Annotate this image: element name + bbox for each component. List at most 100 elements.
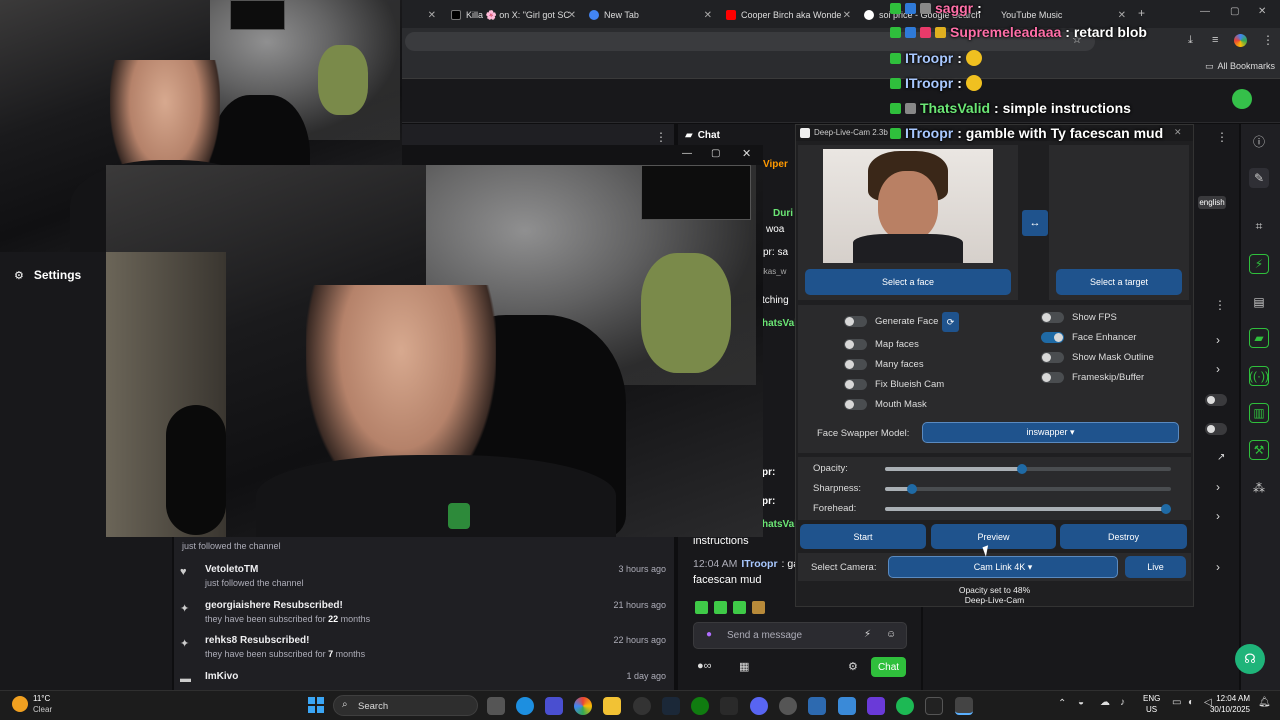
face-swapper-model-dropdown[interactable]: inswapper ▾ [922, 422, 1179, 443]
close-icon[interactable]: ✕ [1118, 10, 1126, 21]
user-avatar[interactable] [1232, 89, 1252, 109]
chat-icon[interactable]: ▰ [1249, 328, 1269, 348]
toggle-switch[interactable] [1205, 423, 1227, 435]
discord-icon[interactable] [750, 697, 768, 715]
mic-icon[interactable]: ● [706, 629, 712, 640]
select-target-button[interactable]: Select a target [1056, 269, 1182, 295]
minimize-icon[interactable]: — [682, 148, 692, 159]
swap-icon[interactable]: ↔ [1022, 210, 1048, 236]
select-face-button[interactable]: Select a face [805, 269, 1011, 295]
slider-knob[interactable] [907, 484, 917, 494]
close-icon[interactable]: ✕ [428, 10, 436, 21]
profile-avatar[interactable] [1234, 34, 1247, 47]
points-icon[interactable]: ●∞ [697, 660, 712, 672]
chat-settings-gear-icon[interactable]: ⚙ [848, 660, 858, 673]
chevron-right-icon[interactable]: › [1216, 362, 1220, 376]
clock-date[interactable]: 30/10/2025 [1206, 705, 1250, 714]
forehead-slider[interactable] [885, 504, 1171, 514]
broadcast-icon[interactable]: ((·)) [1249, 366, 1269, 386]
kebab-icon[interactable]: ⋮ [1216, 130, 1228, 144]
all-bookmarks[interactable]: ▭ All Bookmarks [1205, 61, 1275, 72]
start-windows-icon[interactable] [308, 697, 324, 713]
epic-icon[interactable] [720, 697, 738, 715]
edit-icon[interactable]: ✎ [1249, 168, 1269, 188]
sharpness-slider[interactable] [885, 484, 1171, 494]
obs-icon[interactable] [633, 697, 651, 715]
steam-icon[interactable] [662, 697, 680, 715]
lightning-icon[interactable]: ⚡ [1249, 254, 1269, 274]
fix-blueish-cam-toggle[interactable]: Fix Blueish Cam [844, 379, 944, 390]
maximize-icon[interactable]: ▢ [711, 148, 720, 159]
emote-icon[interactable] [752, 601, 765, 614]
clock-time[interactable]: 12:04 AM [1214, 694, 1250, 703]
feed-menu-icon[interactable]: ⋮ [655, 130, 667, 144]
info-icon[interactable]: ⓘ [1249, 131, 1269, 151]
xbox-icon[interactable] [691, 697, 709, 715]
minimize-icon[interactable]: — [1200, 6, 1210, 17]
extensions-icon[interactable]: ⁂ [1249, 478, 1269, 498]
frameskip-buffer-toggle[interactable]: Frameskip/Buffer [1041, 372, 1144, 383]
close-icon[interactable]: ✕ [742, 147, 751, 160]
mic-icon[interactable]: ♪ [1120, 697, 1125, 708]
chevron-right-icon[interactable]: › [1216, 480, 1220, 494]
task-view-icon[interactable] [487, 697, 505, 715]
chevron-right-icon[interactable]: › [1216, 333, 1220, 347]
settings-icon[interactable] [779, 697, 797, 715]
feed-name[interactable]: ImKivo [205, 671, 672, 682]
close-icon[interactable]: ✕ [568, 10, 576, 21]
emote-icon[interactable] [695, 601, 708, 614]
maximize-icon[interactable]: ▢ [1230, 6, 1239, 17]
weather-desc[interactable]: Clear [33, 705, 52, 714]
spotify-icon[interactable] [896, 697, 914, 715]
chevron-right-icon[interactable]: › [1216, 560, 1220, 574]
language-code[interactable]: ENG [1143, 694, 1160, 703]
taskbar-search[interactable]: ⌕ Search [333, 695, 478, 716]
terminal-icon[interactable] [925, 697, 943, 715]
app-icon[interactable] [545, 697, 563, 715]
download-icon[interactable]: ⤓ [1188, 34, 1193, 47]
show-fps-toggle[interactable]: Show FPS [1041, 312, 1117, 323]
mouth-mask-toggle[interactable]: Mouth Mask [844, 399, 927, 410]
layers-icon[interactable]: ▥ [1249, 403, 1269, 423]
feed-name[interactable]: georgiaishere Resubscribed! [205, 600, 672, 611]
crop-icon[interactable]: ⌗ [1249, 216, 1269, 236]
cloud-icon[interactable]: ☁ [1100, 697, 1110, 708]
start-button[interactable]: Start [800, 524, 926, 549]
display-icon[interactable]: ▭ [1172, 697, 1181, 708]
chrome-icon[interactable] [574, 697, 592, 715]
close-icon[interactable]: ✕ [704, 10, 712, 21]
emote-icon[interactable] [733, 601, 746, 614]
destroy-button[interactable]: Destroy [1060, 524, 1187, 549]
menu-kebab-icon[interactable]: ⋮ [1262, 33, 1274, 47]
help-bubble-icon[interactable]: ☊ [1235, 644, 1265, 674]
tab-3[interactable]: New Tab ✕ [583, 4, 716, 26]
chat-username[interactable]: ITroopr [741, 558, 777, 570]
many-faces-toggle[interactable]: Many faces [844, 359, 924, 370]
close-window-icon[interactable]: ✕ [1258, 6, 1266, 17]
weather-temp[interactable]: 11°C [33, 694, 50, 703]
app-icon[interactable] [867, 697, 885, 715]
face-enhancer-toggle[interactable]: Face Enhancer [1041, 332, 1136, 343]
slider-knob[interactable] [1161, 504, 1171, 514]
analytics-icon[interactable]: ↗ [1217, 452, 1225, 463]
tab-6[interactable]: YouTube Music ✕ [995, 4, 1130, 26]
live-button[interactable]: Live [1125, 556, 1186, 578]
preview-button[interactable]: Preview [931, 524, 1056, 549]
opacity-slider[interactable] [885, 464, 1171, 474]
refresh-icon[interactable]: ⟳ [942, 312, 959, 332]
map-faces-toggle[interactable]: Map faces [844, 339, 919, 350]
edge-icon[interactable] [516, 697, 534, 715]
tray-icon[interactable]: ◒ [1078, 697, 1084, 708]
wrench-icon[interactable]: ⚒ [1249, 440, 1269, 460]
chat-send-button[interactable]: Chat [871, 657, 906, 677]
chevron-right-icon[interactable]: › [1216, 509, 1220, 523]
file-explorer-icon[interactable] [603, 697, 621, 715]
camera-dropdown[interactable]: Cam Link 4K ▾ [888, 556, 1118, 578]
feed-name[interactable]: VetoletoTM [205, 564, 672, 575]
deep-live-cam-taskbar-icon[interactable] [955, 697, 973, 715]
new-tab-icon[interactable]: + [1138, 6, 1145, 20]
kebab-icon[interactable]: ⋮ [1214, 298, 1226, 312]
toggle-switch[interactable] [1205, 394, 1227, 406]
clip-icon[interactable]: ▤ [1249, 292, 1269, 312]
close-icon[interactable]: ✕ [843, 10, 851, 21]
